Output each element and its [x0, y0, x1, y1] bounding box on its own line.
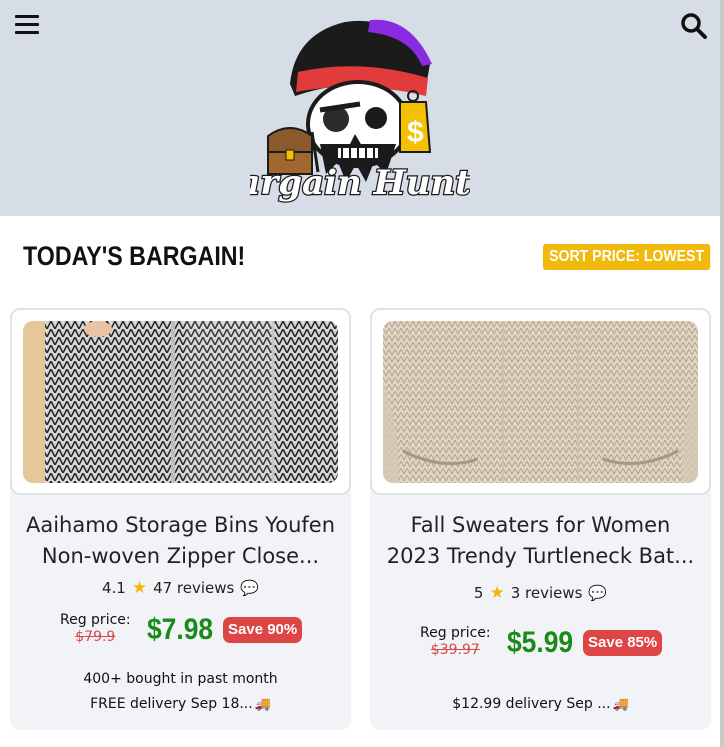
product-title-line1: Aaihamo Storage Bins Youfen [25, 513, 336, 537]
bargain-hunter-logo[interactable]: $ Bargain Hunter [250, 14, 470, 204]
scrollbar-thumb[interactable] [720, 0, 724, 747]
sale-price: $7.98 [147, 613, 214, 646]
delivery-text: $12.99 delivery Sep ... [452, 696, 611, 712]
review-count[interactable]: 47 reviews [153, 579, 234, 597]
reg-price-value: $39.97 [430, 642, 480, 658]
search-icon[interactable] [680, 12, 708, 40]
product-card[interactable]: Fall Sweaters for Women 2023 Trendy Turt… [370, 308, 711, 730]
reg-price-block: Reg price: $39.97 [420, 625, 491, 659]
scrollbar[interactable] [720, 0, 724, 747]
product-image-frame [10, 308, 351, 495]
sort-price-button[interactable]: SORT PRICE: LOWEST [543, 244, 711, 270]
review-count[interactable]: 3 reviews [511, 584, 583, 602]
product-title-line2: Non-woven Zipper Close... [41, 544, 320, 568]
delivery-line: $12.99 delivery Sep ... 🚚 [370, 696, 711, 712]
star-icon: ★ [489, 583, 505, 603]
save-badge: Save 85% [583, 630, 663, 656]
section-title: TODAY'S BARGAIN! [23, 241, 246, 271]
delivery-truck-icon: 🚚 [612, 697, 629, 712]
rating-value: 4.1 [101, 579, 126, 597]
rating-row: 4.1 ★ 47 reviews 💬 [10, 578, 351, 598]
reg-price-value: $79.9 [75, 629, 116, 645]
product-card[interactable]: Aaihamo Storage Bins Youfen Non-woven Zi… [10, 308, 351, 730]
product-image[interactable] [383, 321, 698, 483]
chat-bubble-icon: 💬 [240, 579, 260, 597]
svg-text:$: $ [407, 116, 424, 149]
product-image[interactable] [23, 321, 338, 483]
star-icon: ★ [131, 578, 148, 598]
product-title[interactable]: Fall Sweaters for Women 2023 Trendy Turt… [380, 510, 701, 572]
product-title[interactable]: Aaihamo Storage Bins Youfen Non-woven Zi… [20, 510, 341, 572]
site-header: $ Bargain Hunter [0, 0, 720, 216]
hamburger-menu-icon[interactable] [15, 15, 39, 37]
chat-bubble-icon: 💬 [588, 584, 608, 602]
rating-row: 5 ★ 3 reviews 💬 [370, 583, 711, 603]
delivery-truck-icon: 🚚 [254, 697, 271, 712]
delivery-text: FREE delivery Sep 18... [90, 696, 253, 712]
svg-text:Bargain Hunter: Bargain Hunter [250, 163, 470, 203]
reg-price-label: Reg price: [420, 625, 491, 641]
bought-count: 400+ bought in past month [83, 671, 278, 687]
sale-price: $5.99 [507, 626, 574, 659]
product-image-frame [370, 308, 711, 495]
delivery-line: FREE delivery Sep 18... 🚚 [10, 696, 351, 712]
reg-price-block: Reg price: $79.9 [60, 612, 131, 646]
reg-price-label: Reg price: [60, 612, 131, 628]
rating-value: 5 [473, 584, 484, 602]
product-title-line2: 2023 Trendy Turtleneck Bat... [386, 544, 695, 568]
product-title-line1: Fall Sweaters for Women [410, 513, 671, 537]
save-badge: Save 90% [223, 617, 303, 643]
